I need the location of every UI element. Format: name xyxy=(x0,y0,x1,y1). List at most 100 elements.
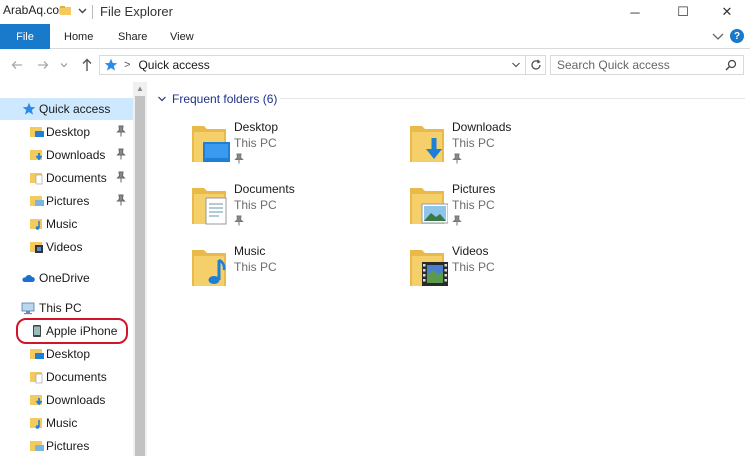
nav-item-pc-downloads[interactable]: Downloads xyxy=(0,389,133,411)
tab-file[interactable]: File xyxy=(0,24,50,49)
nav-item-videos[interactable]: Videos xyxy=(0,236,133,258)
help-icon[interactable]: ? xyxy=(730,29,744,43)
nav-item-quick-access[interactable]: Quick access xyxy=(0,98,133,120)
nav-item-desktop[interactable]: Desktop xyxy=(0,121,133,143)
nav-item-music[interactable]: Music xyxy=(0,213,133,235)
scrollbar-thumb[interactable] xyxy=(135,96,145,456)
nav-item-label: Music xyxy=(46,416,78,430)
nav-item-pc-music[interactable]: Music xyxy=(0,412,133,434)
navigation-pane: Quick access Desktop Downloads Documents… xyxy=(0,82,133,456)
nav-item-pc-documents[interactable]: Documents xyxy=(0,366,133,388)
chevron-down-icon xyxy=(158,96,166,102)
minimize-button[interactable]: ─ xyxy=(612,0,658,24)
star-icon xyxy=(104,58,118,71)
nav-item-pc-pictures[interactable]: Pictures xyxy=(0,435,133,456)
nav-item-documents[interactable]: Documents xyxy=(0,167,133,189)
title-bar: ArabAq.com File Explorer ─ ☐ ✕ xyxy=(0,0,750,24)
search-box[interactable] xyxy=(550,55,744,75)
folder-tile-desktop[interactable]: Desktop This PC xyxy=(192,120,392,176)
group-header-frequent[interactable]: Frequent folders (6) xyxy=(157,92,277,106)
breadcrumb-quick-access[interactable]: Quick access xyxy=(138,58,209,72)
window-title: File Explorer xyxy=(100,4,173,19)
folder-documents-icon xyxy=(30,372,43,384)
tab-view[interactable]: View xyxy=(170,24,194,49)
tab-home[interactable]: Home xyxy=(64,24,93,49)
nav-item-downloads[interactable]: Downloads xyxy=(0,144,133,166)
folder-location: This PC xyxy=(234,136,277,150)
pin-icon xyxy=(234,215,244,226)
folder-desktop-icon xyxy=(30,127,44,137)
forward-button[interactable] xyxy=(34,56,52,74)
nav-item-label: Documents xyxy=(46,370,107,384)
pin-icon xyxy=(452,153,462,164)
pin-icon xyxy=(116,171,126,183)
folder-location: This PC xyxy=(234,198,277,212)
expand-ribbon-icon[interactable] xyxy=(711,29,725,43)
folder-downloads-icon xyxy=(30,395,43,406)
folder-videos-icon xyxy=(30,242,43,253)
nav-item-label: Pictures xyxy=(46,194,90,208)
arrow-up-icon xyxy=(82,58,92,71)
quick-access-toolbar xyxy=(60,5,88,16)
pin-icon xyxy=(116,125,126,137)
new-folder-icon[interactable] xyxy=(60,5,71,16)
folder-documents-icon xyxy=(30,173,43,185)
nav-item-label: Pictures xyxy=(46,439,90,453)
computer-icon xyxy=(21,302,35,315)
scroll-up-arrow[interactable]: ▲ xyxy=(134,84,146,94)
group-divider xyxy=(280,98,745,99)
recent-locations-button[interactable] xyxy=(58,56,70,74)
nav-item-label: Desktop xyxy=(46,347,91,361)
arrow-left-icon xyxy=(11,61,22,69)
folder-pictures-icon xyxy=(30,196,44,206)
folder-documents-icon xyxy=(192,188,227,225)
chevron-down-icon[interactable] xyxy=(77,5,88,16)
folder-location: This PC xyxy=(452,136,495,150)
refresh-icon xyxy=(530,59,541,70)
group-header-label: Frequent folders (6) xyxy=(172,92,278,106)
folder-name: Music xyxy=(234,244,266,258)
close-button[interactable]: ✕ xyxy=(704,0,750,24)
folder-music-icon xyxy=(30,219,42,230)
folder-name: Pictures xyxy=(452,182,496,196)
folder-desktop-icon xyxy=(30,349,44,359)
nav-item-this-pc[interactable]: This PC xyxy=(0,297,133,319)
refresh-button[interactable] xyxy=(526,55,546,75)
title-separator xyxy=(92,5,93,19)
up-button[interactable] xyxy=(78,56,96,74)
nav-item-label: Music xyxy=(46,217,78,231)
folder-tile-downloads[interactable]: Downloads This PC xyxy=(410,120,610,176)
folder-location: This PC xyxy=(452,198,495,212)
folder-name: Desktop xyxy=(234,120,279,134)
folder-tile-videos[interactable]: Videos This PC xyxy=(410,244,610,300)
nav-item-label: Quick access xyxy=(39,102,111,116)
nav-item-pictures[interactable]: Pictures xyxy=(0,190,133,212)
arrow-right-icon xyxy=(38,61,49,69)
folder-tile-pictures[interactable]: Pictures This PC xyxy=(410,182,610,238)
address-bar[interactable]: > Quick access xyxy=(99,55,526,75)
folder-tile-documents[interactable]: Documents This PC xyxy=(192,182,392,238)
highlight-annotation xyxy=(16,318,128,344)
tab-share[interactable]: Share xyxy=(118,24,147,49)
nav-item-onedrive[interactable]: OneDrive xyxy=(0,267,133,289)
cloud-icon xyxy=(22,275,35,282)
folder-desktop-icon xyxy=(192,126,230,162)
nav-item-label: Documents xyxy=(46,171,107,185)
breadcrumb-separator: > xyxy=(124,59,131,71)
pin-icon xyxy=(116,194,126,206)
folder-name: Videos xyxy=(452,244,489,258)
folder-tile-music[interactable]: Music This PC xyxy=(192,244,392,300)
star-icon xyxy=(22,102,36,115)
maximize-button[interactable]: ☐ xyxy=(660,0,706,24)
folder-location: This PC xyxy=(234,260,277,274)
address-dropdown-icon[interactable] xyxy=(511,60,521,70)
nav-item-label: OneDrive xyxy=(39,271,90,285)
search-icon[interactable] xyxy=(725,59,737,71)
folder-pictures-icon xyxy=(30,441,44,451)
search-input[interactable] xyxy=(551,58,721,72)
nav-item-label: Desktop xyxy=(46,125,91,139)
pin-icon xyxy=(234,153,244,164)
nav-item-pc-desktop[interactable]: Desktop xyxy=(0,343,133,365)
back-button[interactable] xyxy=(8,56,26,74)
folder-videos-icon xyxy=(410,250,448,286)
